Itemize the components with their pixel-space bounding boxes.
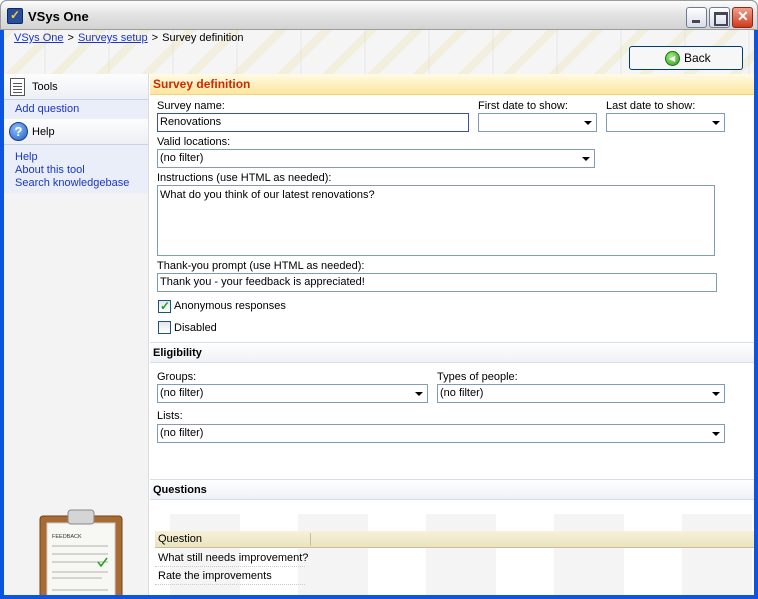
clipboard-illustration-icon: FEEDBACK <box>39 509 123 595</box>
clipboard-caption: FEEDBACK <box>52 534 82 540</box>
chevron-down-icon <box>708 386 723 401</box>
questions-header: Questions <box>150 479 754 500</box>
types-of-people-label: Types of people: <box>437 371 518 383</box>
sidebar-tools-list: Add question <box>4 100 148 119</box>
breadcrumb: VSys One > Surveys setup > Survey definition <box>14 32 243 44</box>
questions-title: Questions <box>153 484 207 496</box>
app-window: VSys One VSys One>Surveys setup>Survey d… <box>0 0 758 599</box>
survey-name-label: Survey name: <box>157 100 225 112</box>
survey-definition-header: Survey definition <box>150 74 754 95</box>
survey-name-input[interactable]: Renovations <box>157 113 469 132</box>
breadcrumb-separator: > <box>151 32 159 44</box>
table-row[interactable]: What still needs improvement? <box>155 549 309 567</box>
title-bar: VSys One <box>0 0 758 30</box>
last-date-select[interactable] <box>606 113 725 132</box>
anonymous-checkbox[interactable] <box>158 299 171 313</box>
groups-label: Groups: <box>157 371 197 383</box>
question-cell: What still needs improvement? <box>158 552 309 564</box>
questions-grid-header: Question <box>155 531 754 548</box>
disabled-checkbox[interactable] <box>158 321 171 334</box>
maximize-button[interactable] <box>709 7 730 28</box>
chevron-down-icon <box>708 426 723 441</box>
header-band: VSys One > Surveys setup > Survey definition… <box>4 30 754 74</box>
sidebar-help-label: Help <box>32 126 55 138</box>
lists-select[interactable]: (no filter) <box>157 424 725 443</box>
sidebar-help-header[interactable]: ? Help <box>4 119 148 145</box>
instructions-textarea[interactable]: What do you think of our latest renovati… <box>157 185 715 256</box>
first-date-label: First date to show: <box>478 100 568 112</box>
table-row[interactable]: Rate the improvements <box>155 567 305 585</box>
back-arrow-icon <box>665 51 680 66</box>
chevron-down-icon <box>708 115 723 130</box>
sidebar-item-about[interactable]: About this tool <box>15 164 148 177</box>
close-button[interactable] <box>732 7 753 28</box>
lists-value: (no filter) <box>160 427 204 439</box>
chevron-down-icon <box>411 386 426 401</box>
disabled-label: Disabled <box>174 322 217 334</box>
sidebar-item-search-knowledgebase[interactable]: Search knowledgebase <box>15 177 148 190</box>
valid-locations-label: Valid locations: <box>157 136 231 148</box>
anonymous-label: Anonymous responses <box>174 300 286 312</box>
question-cell: Rate the improvements <box>158 570 272 582</box>
breadcrumb-current: Survey definition <box>162 32 244 44</box>
groups-select[interactable]: (no filter) <box>157 384 428 403</box>
lists-label: Lists: <box>157 410 183 422</box>
sidebar: Tools Add question ? Help Help About thi… <box>4 74 149 595</box>
column-divider[interactable] <box>310 533 311 546</box>
main-panel: Survey definition Survey name: Renovatio… <box>150 74 754 595</box>
groups-value: (no filter) <box>160 387 204 399</box>
sidebar-tools-header[interactable]: Tools <box>4 74 148 100</box>
breadcrumb-separator: > <box>67 32 74 44</box>
client-area: VSys One > Surveys setup > Survey definition… <box>4 30 754 595</box>
minimize-button[interactable] <box>686 7 707 28</box>
window-title: VSys One <box>28 9 89 24</box>
sidebar-item-add-question[interactable]: Add question <box>15 103 148 116</box>
first-date-select[interactable] <box>478 113 597 132</box>
sidebar-help-list: Help About this tool Search knowledgebas… <box>4 145 148 193</box>
breadcrumb-link-surveys-setup[interactable]: Surveys setup <box>78 32 148 44</box>
help-icon: ? <box>9 122 28 141</box>
types-of-people-value: (no filter) <box>440 387 484 399</box>
clipboard-list-icon <box>10 78 25 96</box>
chevron-down-icon <box>580 115 595 130</box>
instructions-label: Instructions (use HTML as needed): <box>157 172 332 184</box>
sidebar-item-help[interactable]: Help <box>15 151 148 164</box>
valid-locations-select[interactable]: (no filter) <box>157 149 595 168</box>
valid-locations-value: (no filter) <box>160 152 204 164</box>
chevron-down-icon <box>578 151 593 166</box>
thankyou-input[interactable]: Thank you - your feedback is appreciated… <box>157 273 717 292</box>
last-date-label: Last date to show: <box>606 100 696 112</box>
thankyou-label: Thank-you prompt (use HTML as needed): <box>157 260 365 272</box>
column-header-question[interactable]: Question <box>158 533 202 545</box>
types-of-people-select[interactable]: (no filter) <box>437 384 725 403</box>
back-button-label: Back <box>684 51 711 65</box>
app-logo-icon <box>7 8 23 24</box>
sidebar-tools-label: Tools <box>32 81 58 93</box>
section-title: Survey definition <box>153 77 251 91</box>
eligibility-title: Eligibility <box>153 347 202 359</box>
breadcrumb-link-home[interactable]: VSys One <box>14 32 64 44</box>
eligibility-header: Eligibility <box>150 342 754 363</box>
back-button[interactable]: Back <box>629 46 743 70</box>
